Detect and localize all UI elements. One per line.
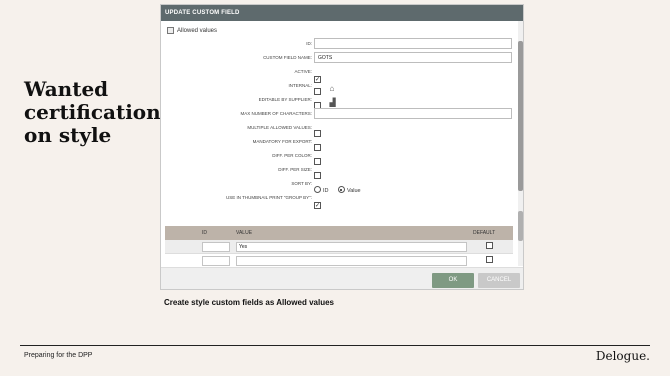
allowed-values-table: ID VALUE DEFAULT Yes	[165, 226, 513, 267]
mandatory-for-export-label: MANDATORY FOR EXPORT:	[252, 139, 312, 144]
row-id-input[interactable]	[202, 242, 230, 252]
dialog-scrollbar[interactable]	[518, 21, 523, 266]
internal-row: INTERNAL: ⌂	[161, 80, 517, 95]
editable-by-supplier-label: EDITABLE BY SUPPLIER:	[258, 97, 312, 102]
slide: Wanted certifications on style UPDATE CU…	[0, 0, 670, 376]
thumbnail-group-by-checkbox[interactable]: ✓	[314, 202, 321, 209]
id-label: ID:	[306, 41, 312, 46]
mandatory-row: MANDATORY FOR EXPORT:	[161, 136, 517, 151]
table-row: Yes	[165, 240, 513, 254]
document-icon	[167, 27, 174, 34]
row-value-input[interactable]	[236, 256, 467, 266]
table-row	[165, 254, 513, 267]
custom-field-name-input[interactable]: GOTS	[314, 52, 512, 63]
diff-color-row: DIFF. PER COLOR:	[161, 150, 517, 165]
diff-per-size-label: DIFF. PER SIZE:	[278, 167, 312, 172]
dialog-body: Allowed values ID: CUSTOM FIELD NAME: GO…	[161, 21, 517, 267]
slide-caption: Create style custom fields as Allowed va…	[164, 298, 334, 307]
diff-size-row: DIFF. PER SIZE:	[161, 164, 517, 179]
update-custom-field-dialog: UPDATE CUSTOM FIELD Allowed values ID: C…	[160, 4, 524, 290]
cancel-button[interactable]: CANCEL	[478, 273, 520, 288]
footer-text: Preparing for the DPP	[24, 352, 93, 359]
table-scrollbar-thumb[interactable]	[518, 211, 523, 241]
active-row: ACTIVE: ✓	[161, 66, 517, 83]
thumbnail-group-by-label: USE IN THUMBNAIL PRINT "GROUP BY":	[225, 195, 312, 200]
column-header-default: DEFAULT	[473, 230, 496, 236]
name-row: CUSTOM FIELD NAME: GOTS	[161, 52, 517, 64]
max-characters-input[interactable]	[314, 108, 512, 119]
dialog-title: UPDATE CUSTOM FIELD	[161, 5, 523, 21]
maxchars-row: MAX NUMBER OF CHARACTERS:	[161, 108, 517, 120]
brand-logo: Delogue.	[595, 349, 650, 363]
row-id-input[interactable]	[202, 256, 230, 266]
row-default-checkbox[interactable]	[486, 242, 493, 249]
table-header: ID VALUE DEFAULT	[165, 226, 513, 240]
factory-icon: ▟	[329, 98, 336, 108]
sort-by-row: SORT BY: ID Value	[161, 178, 517, 194]
id-field[interactable]	[314, 38, 512, 49]
slide-headline: Wanted certifications on style	[24, 77, 172, 147]
max-characters-label: MAX NUMBER OF CHARACTERS:	[240, 111, 312, 116]
row-value-input[interactable]: Yes	[236, 242, 467, 252]
home-icon: ⌂	[329, 84, 335, 94]
row-default-checkbox[interactable]	[486, 256, 493, 263]
id-row: ID:	[161, 38, 517, 50]
footer-divider	[20, 345, 650, 346]
editable-row: EDITABLE BY SUPPLIER: ▟	[161, 94, 517, 109]
active-label: ACTIVE:	[294, 69, 312, 74]
sort-by-label: SORT BY:	[291, 181, 312, 186]
column-header-value: VALUE	[236, 230, 253, 236]
internal-label: INTERNAL:	[288, 83, 312, 88]
allowed-values-header[interactable]: Allowed values	[167, 27, 217, 34]
multiple-allowed-values-label: MULTIPLE ALLOWED VALUES:	[247, 125, 312, 130]
thumbnail-row: USE IN THUMBNAIL PRINT "GROUP BY": ✓	[161, 192, 517, 209]
diff-per-color-label: DIFF. PER COLOR:	[272, 153, 312, 158]
allowed-values-label: Allowed values	[177, 27, 218, 34]
multiple-row: MULTIPLE ALLOWED VALUES:	[161, 122, 517, 137]
custom-field-name-label: CUSTOM FIELD NAME:	[263, 55, 312, 60]
scrollbar-thumb[interactable]	[518, 41, 523, 191]
dialog-footer: OK CANCEL	[161, 267, 523, 289]
column-header-id: ID	[202, 230, 207, 236]
ok-button[interactable]: OK	[432, 273, 474, 288]
